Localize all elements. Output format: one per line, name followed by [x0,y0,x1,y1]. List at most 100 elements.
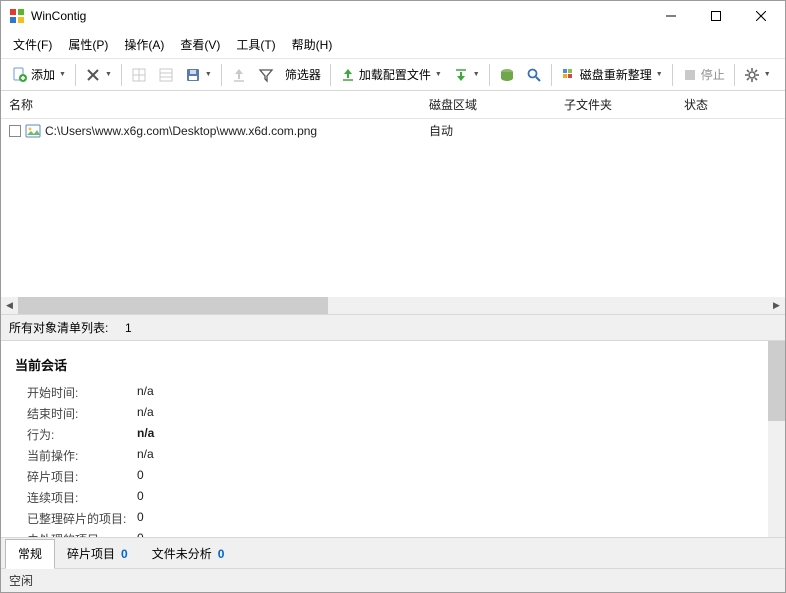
remove-button[interactable]: ▼ [80,63,117,87]
funnel-icon [258,67,274,83]
fragments-value: 0 [137,468,144,485]
menubar: 文件(F) 属性(P) 操作(A) 查看(V) 工具(T) 帮助(H) [1,31,785,59]
minimize-button[interactable] [648,1,693,31]
tab-fragments[interactable]: 碎片项目0 [55,540,140,568]
action-label: 行为: [27,426,137,443]
tab-not-analyzed[interactable]: 文件未分析0 [140,540,237,568]
upload-green-icon [340,67,356,83]
add-button[interactable]: 添加 ▼ [7,62,71,87]
list-count: 1 [125,321,132,335]
stop-icon [682,67,698,83]
floppy-icon [185,67,201,83]
up-button [226,63,252,87]
current-op-value: n/a [137,447,154,464]
column-name[interactable]: 名称 [1,91,421,118]
unprocessed-value: 0 [137,531,144,537]
dropdown-icon: ▼ [764,71,771,78]
menu-attributes[interactable]: 属性(P) [60,33,116,56]
magnifier-icon [526,67,542,83]
scroll-thumb[interactable] [18,297,328,314]
search-button[interactable] [521,63,547,87]
scroll-thumb[interactable] [768,341,785,421]
settings-button[interactable]: ▼ [739,63,776,87]
menu-view[interactable]: 查看(V) [172,33,228,56]
end-time-label: 结束时间: [27,405,137,422]
defragged-label: 已整理碎片的项目: [27,510,137,527]
upload-icon [231,67,247,83]
menu-help[interactable]: 帮助(H) [284,33,341,56]
disk-reorg-label: 磁盘重新整理 [580,66,652,83]
dropdown-icon: ▼ [473,71,480,78]
remove-icon [85,67,101,83]
session-heading: 当前会话 [15,355,771,374]
dropdown-icon: ▼ [435,71,442,78]
dropdown-icon: ▼ [205,71,212,78]
listview-header: 名称 磁盘区域 子文件夹 状态 [1,91,785,119]
listview-body[interactable]: C:\Users\www.x6g.com\Desktop\www.x6d.com… [1,119,785,297]
file-path: C:\Users\www.x6g.com\Desktop\www.x6d.com… [45,124,317,138]
column-disk-area[interactable]: 磁盘区域 [421,91,556,118]
image-file-icon [25,123,41,139]
filter-funnel-button[interactable] [253,63,279,87]
statusbar: 空闲 [1,568,785,592]
tab-general[interactable]: 常规 [5,539,55,569]
stop-button: 停止 [677,62,730,87]
save-button[interactable]: ▼ [180,63,217,87]
load-profile-label: 加载配置文件 [359,66,431,83]
close-button[interactable] [738,1,783,31]
checkbox-icon[interactable] [9,125,21,137]
disk-button[interactable] [494,63,520,87]
grid2-button [153,63,179,87]
file-listview: 名称 磁盘区域 子文件夹 状态 C:\Users\www.x6g.com\Des… [1,91,785,314]
dropdown-icon: ▼ [105,71,112,78]
add-file-icon [12,67,28,83]
start-time-label: 开始时间: [27,384,137,401]
defrag-icon [561,67,577,83]
gear-icon [744,67,760,83]
list-summary-bar: 所有对象清单列表: 1 [1,314,785,341]
vertical-scrollbar[interactable] [768,341,785,537]
list-summary-label: 所有对象清单列表: [9,321,108,335]
horizontal-scrollbar[interactable]: ◀ ▶ [1,297,785,314]
filter-label: 筛选器 [285,66,321,83]
scroll-left-icon[interactable]: ◀ [1,297,18,314]
load-profile-button[interactable]: 加载配置文件 ▼ [335,62,447,87]
list-item[interactable]: C:\Users\www.x6g.com\Desktop\www.x6d.com… [1,119,785,142]
disk-reorg-button[interactable]: 磁盘重新整理 ▼ [556,62,668,87]
scroll-right-icon[interactable]: ▶ [768,297,785,314]
contiguous-label: 连续项目: [27,489,137,506]
bottom-tabs: 常规 碎片项目0 文件未分析0 [1,537,785,568]
filter-button[interactable]: 筛选器 [280,62,326,87]
titlebar: WinContig [1,1,785,31]
menu-file[interactable]: 文件(F) [5,33,60,56]
app-icon [9,8,25,24]
toolbar: 添加 ▼ ▼ ▼ 筛选器 加载配置文件 ▼ ▼ [1,59,785,91]
grid1-button [126,63,152,87]
status-text: 空闲 [9,574,33,588]
dropdown-icon: ▼ [656,71,663,78]
maximize-button[interactable] [693,1,738,31]
unprocessed-label: 未处理的项目: [27,531,137,537]
session-panel: 当前会话 开始时间:n/a 结束时间:n/a 行为:n/a 当前操作:n/a 碎… [1,341,785,537]
defragged-value: 0 [137,510,144,527]
app-window: WinContig 文件(F) 属性(P) 操作(A) 查看(V) 工具(T) … [0,0,786,593]
download-green-icon [453,67,469,83]
end-time-value: n/a [137,405,154,422]
grid-icon [131,67,147,83]
disk-icon [499,67,515,83]
action-value: n/a [137,426,154,443]
menu-tools[interactable]: 工具(T) [228,33,283,56]
menu-action[interactable]: 操作(A) [116,33,172,56]
dropdown-icon: ▼ [59,71,66,78]
column-status[interactable]: 状态 [676,91,785,118]
stop-label: 停止 [701,66,725,83]
start-time-value: n/a [137,384,154,401]
column-subfolder[interactable]: 子文件夹 [556,91,676,118]
current-op-label: 当前操作: [27,447,137,464]
contiguous-value: 0 [137,489,144,506]
disk-area-value: 自动 [429,122,453,139]
add-label: 添加 [31,66,55,83]
fragments-label: 碎片项目: [27,468,137,485]
download-button[interactable]: ▼ [448,63,485,87]
window-title: WinContig [31,9,648,23]
